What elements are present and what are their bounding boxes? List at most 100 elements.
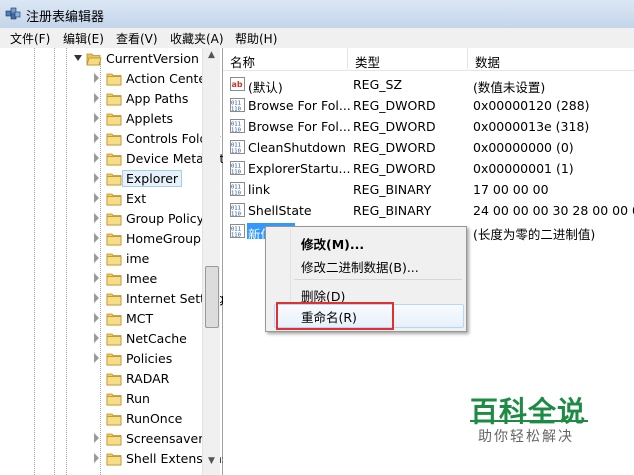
value-data: (数值未设置) [473, 80, 546, 95]
tree-node[interactable]: RunOnce [0, 409, 202, 429]
collapse-arrow-icon[interactable] [74, 55, 82, 61]
value-row[interactable]: ab (默认) REG_SZ (数值未设置) [223, 74, 634, 95]
folder-icon [106, 73, 122, 86]
scroll-up-arrow-icon[interactable]: ▲ [203, 50, 220, 64]
binary-value-icon: 011110 [230, 203, 245, 217]
expand-arrow-icon[interactable] [94, 133, 99, 143]
value-row[interactable]: 011 110 ExplorerStartu... REG_DWORD 0x000… [223, 158, 634, 179]
tree-node[interactable]: Device Metadata [0, 149, 232, 169]
tree-node[interactable]: RADAR [0, 369, 202, 389]
tree-node[interactable]: NetCache [0, 329, 202, 349]
tree-node-explorer[interactable]: Explorer [0, 169, 202, 189]
folder-icon [106, 293, 122, 306]
expand-arrow-icon[interactable] [94, 113, 99, 123]
menu-item-modify[interactable]: 修改(M)... [301, 234, 364, 253]
expand-arrow-icon[interactable] [94, 253, 99, 263]
value-row[interactable]: 011 110 link REG_BINARY 17 00 00 00 [223, 179, 634, 200]
value-type: REG_BINARY [353, 182, 432, 197]
tree-node[interactable]: HomeGroup [0, 229, 202, 249]
svg-text:110: 110 [231, 128, 241, 134]
tree-node-label: HomeGroup [126, 231, 201, 246]
folder-icon [106, 213, 122, 226]
expand-arrow-icon[interactable] [94, 193, 99, 203]
tree-node[interactable]: Controls Folder [0, 129, 220, 149]
value-data: 24 00 00 00 30 28 00 00 00 [473, 203, 634, 218]
tree-node[interactable]: Action Center [0, 69, 211, 89]
tree-node-label: Run [126, 391, 150, 406]
tree-node-label: Explorer [121, 170, 183, 187]
expand-arrow-icon[interactable] [94, 73, 99, 83]
registry-editor-icon [5, 7, 21, 20]
menu-file[interactable]: 文件(F) [10, 30, 50, 47]
tree-node[interactable]: Imee [0, 269, 202, 289]
tree-node[interactable]: Internet Settings [0, 289, 231, 309]
value-type: REG_DWORD [353, 140, 436, 155]
expand-arrow-icon[interactable] [94, 313, 99, 323]
column-header-label: 类型 [355, 55, 381, 70]
expand-arrow-icon[interactable] [94, 93, 99, 103]
tree-node-currentversion[interactable]: CurrentVersion [0, 49, 202, 69]
menu-item-modify-binary[interactable]: 修改二进制数据(B)... [301, 257, 419, 276]
expand-arrow-icon[interactable] [94, 353, 99, 363]
svg-text:110: 110 [231, 233, 241, 239]
title-bar: 注册表编辑器 [0, 0, 634, 28]
expand-arrow-icon[interactable] [94, 153, 99, 163]
value-data: 0x00000000 (0) [473, 140, 574, 155]
tree-node[interactable]: Policies [0, 349, 202, 369]
folder-icon [106, 93, 122, 106]
binary-value-icon: 011110 [230, 140, 245, 154]
tree-node-label: ime [126, 251, 150, 266]
value-name: ShellState [248, 203, 312, 218]
scroll-down-arrow-icon[interactable]: ▼ [203, 456, 220, 470]
menu-view[interactable]: 查看(V) [116, 30, 158, 47]
tree-node[interactable]: Screensavers [0, 429, 210, 449]
value-row[interactable]: 011 110 CleanShutdown REG_DWORD 0x0000000… [223, 137, 634, 158]
value-name: CleanShutdown [248, 140, 346, 155]
value-data: 0x00000120 (288) [473, 98, 590, 113]
binary-value-icon: 011110 [230, 182, 245, 196]
binary-value-icon: 011110 [230, 119, 245, 133]
column-header-label: 数据 [475, 55, 501, 70]
scrollbar-thumb[interactable] [205, 266, 219, 328]
expand-arrow-icon[interactable] [94, 173, 99, 183]
menu-edit[interactable]: 编辑(E) [63, 30, 104, 47]
folder-icon [106, 433, 122, 446]
highlight-box [276, 302, 394, 330]
expand-arrow-icon[interactable] [94, 433, 99, 443]
folder-icon [106, 333, 122, 346]
tree-node[interactable]: MCT [0, 309, 202, 329]
column-header-name[interactable]: 名称 [223, 48, 347, 71]
folder-icon [106, 133, 122, 146]
value-row[interactable]: 011 110 Browse For Fol... REG_DWORD 0x000… [223, 95, 634, 116]
tree-scrollbar[interactable]: ▲ ▼ [202, 48, 220, 475]
value-row[interactable]: 011 110 Browse For Fol... REG_DWORD 0x000… [223, 116, 634, 137]
tree-node[interactable]: Applets [0, 109, 202, 129]
value-name: (默认) [248, 80, 283, 95]
column-header-type[interactable]: 类型 [348, 48, 467, 71]
svg-text:110: 110 [231, 191, 241, 197]
column-header-data[interactable]: 数据 [468, 48, 634, 71]
tree-node[interactable]: Run [0, 389, 202, 409]
expand-arrow-icon[interactable] [94, 293, 99, 303]
tree-node-label: Applets [126, 111, 173, 126]
expand-arrow-icon[interactable] [94, 233, 99, 243]
tree-node[interactable]: Shell Extensions [0, 449, 228, 469]
value-row[interactable]: 011 110 ShellState REG_BINARY 24 00 00 00… [223, 200, 634, 221]
svg-text:110: 110 [231, 170, 241, 176]
expand-arrow-icon[interactable] [94, 333, 99, 343]
menu-help[interactable]: 帮助(H) [235, 30, 277, 47]
tree-node[interactable]: Group Policy [0, 209, 204, 229]
expand-arrow-icon[interactable] [94, 273, 99, 283]
expand-arrow-icon[interactable] [94, 453, 99, 463]
tree-node[interactable]: ime [0, 249, 202, 269]
tree-node-label: CurrentVersion [106, 51, 199, 66]
folder-icon [106, 113, 122, 126]
tree-node[interactable]: Ext [0, 189, 202, 209]
binary-value-icon: 011110 [230, 224, 245, 238]
value-name: Browse For Fol... [248, 119, 351, 134]
menu-favorites[interactable]: 收藏夹(A) [170, 30, 224, 47]
expand-arrow-icon[interactable] [94, 213, 99, 223]
tree-node[interactable]: App Paths [0, 89, 202, 109]
menu-bar: 文件(F) 编辑(E) 查看(V) 收藏夹(A) 帮助(H) [0, 28, 634, 49]
tree-node-label: RunOnce [126, 411, 183, 426]
